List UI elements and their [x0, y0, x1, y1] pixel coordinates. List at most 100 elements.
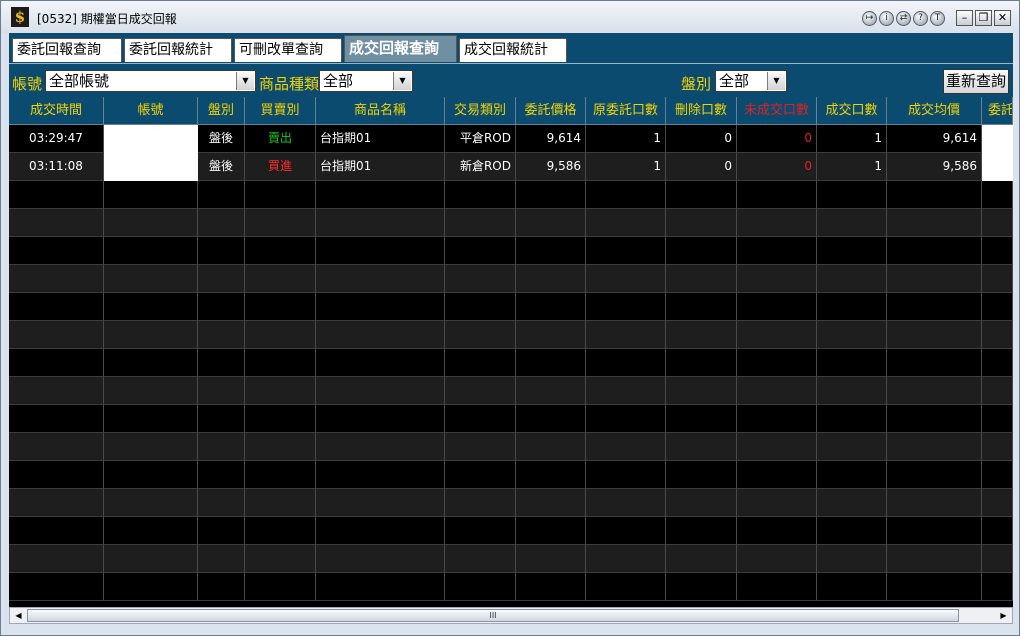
- cell-col-account: [104, 489, 198, 517]
- cell-col-buy-sell: 買進: [245, 153, 316, 181]
- chevron-down-icon[interactable]: ▼: [393, 72, 411, 90]
- header-col-avg-price[interactable]: 成交均價: [887, 97, 982, 125]
- header-col-order-price[interactable]: 委託價格: [516, 97, 586, 125]
- cell-col-unfilled-qty: [737, 181, 817, 209]
- cell-col-account: [104, 461, 198, 489]
- header-col-unfilled-qty[interactable]: 未成交口數: [737, 97, 817, 125]
- tab-trade-report-query[interactable]: 成交回報查詢: [344, 35, 457, 62]
- trade-report-table[interactable]: 成交時間 帳號 盤別 買賣別 商品名稱 交易類別 委託價格 原委託口數 刪除口數 未成交口數 成交口…: [9, 97, 1013, 607]
- cell-col-trade-time: [9, 237, 104, 265]
- title-bar[interactable]: $ [0532] 期權當日成交回報 ↦ i ⇄ ? T – ❐ ✕: [1, 1, 1019, 33]
- cell-col-unfilled-qty: [737, 237, 817, 265]
- cell-col-avg-price: [887, 293, 982, 321]
- cell-col-orig-qty: [586, 377, 666, 405]
- cell-col-cancel-qty: [666, 517, 737, 545]
- cell-col-order-extra: [982, 405, 1013, 433]
- requery-button[interactable]: 重新查詢: [942, 69, 1009, 94]
- cell-col-order-extra: [982, 489, 1013, 517]
- header-col-order-extra[interactable]: 委託: [982, 97, 1013, 125]
- cell-col-unfilled-qty: [737, 321, 817, 349]
- table-row[interactable]: 03:11:08 盤後 買進 台指期01 新倉ROD 9,586 1 0 0 1 9,586: [9, 153, 1013, 181]
- minimize-button[interactable]: –: [956, 10, 973, 26]
- cell-col-avg-price: [887, 573, 982, 601]
- cell-col-session: [198, 265, 245, 293]
- cell-col-product-name: [316, 293, 445, 321]
- scroll-thumb[interactable]: III: [27, 609, 959, 622]
- header-col-filled-qty[interactable]: 成交口數: [817, 97, 887, 125]
- cell-col-account: [104, 209, 198, 237]
- empty-table-row: [9, 405, 1013, 433]
- cell-col-session: [198, 573, 245, 601]
- help-icon[interactable]: ?: [913, 11, 928, 26]
- empty-table-row: [9, 265, 1013, 293]
- cell-col-order-extra: [982, 349, 1013, 377]
- cell-col-cancel-qty: [666, 377, 737, 405]
- cell-col-order-extra: [982, 517, 1013, 545]
- product-type-select[interactable]: 全部 ▼: [319, 70, 413, 92]
- swap-icon[interactable]: ⇄: [896, 11, 911, 26]
- cell-col-buy-sell: [245, 321, 316, 349]
- empty-table-row: [9, 293, 1013, 321]
- info-icon[interactable]: i: [879, 11, 894, 26]
- cell-col-order-extra: [982, 545, 1013, 573]
- cell-col-avg-price: [887, 377, 982, 405]
- account-label: 帳號: [12, 75, 43, 93]
- account-select-value: 全部帳號: [49, 72, 110, 90]
- cell-col-filled-qty: [817, 377, 887, 405]
- cell-col-unfilled-qty: 0: [737, 153, 817, 181]
- tab-order-report-stats[interactable]: 委託回報統計: [124, 38, 232, 62]
- cell-col-cancel-qty: [666, 573, 737, 601]
- window-title: [0532] 期權當日成交回報: [37, 12, 177, 26]
- tab-cancelable-orders[interactable]: 可刪改單查詢: [234, 38, 342, 62]
- link-icon[interactable]: ↦: [862, 11, 877, 26]
- cell-col-filled-qty: [817, 573, 887, 601]
- cell-col-trade-time: [9, 433, 104, 461]
- cell-col-orig-qty: [586, 489, 666, 517]
- cell-col-filled-qty: [817, 293, 887, 321]
- maximize-button[interactable]: ❐: [975, 10, 992, 26]
- header-col-product-name[interactable]: 商品名稱: [316, 97, 445, 125]
- cell-col-orig-qty: [586, 321, 666, 349]
- scroll-right-icon[interactable]: ▶: [996, 608, 1011, 623]
- cell-col-trade-type: [445, 461, 516, 489]
- cell-col-avg-price: [887, 545, 982, 573]
- cell-col-product-name: [316, 573, 445, 601]
- session-select[interactable]: 全部 ▼: [715, 70, 787, 92]
- cell-col-filled-qty: [817, 405, 887, 433]
- cell-col-orig-qty: [586, 433, 666, 461]
- header-col-account[interactable]: 帳號: [104, 97, 198, 125]
- header-col-buy-sell[interactable]: 買賣別: [245, 97, 316, 125]
- tab-order-report-query[interactable]: 委託回報查詢: [12, 38, 122, 62]
- cell-col-trade-time: [9, 321, 104, 349]
- cell-col-unfilled-qty: [737, 349, 817, 377]
- cell-col-cancel-qty: 0: [666, 153, 737, 181]
- horizontal-scrollbar[interactable]: ◀ III ▶: [9, 607, 1013, 624]
- cell-col-trade-type: 新倉ROD: [445, 153, 516, 181]
- cell-col-cancel-qty: [666, 181, 737, 209]
- cell-col-order-price: [516, 517, 586, 545]
- close-button[interactable]: ✕: [994, 10, 1011, 26]
- cell-col-filled-qty: 1: [817, 153, 887, 181]
- chevron-down-icon[interactable]: ▼: [767, 72, 785, 90]
- cell-col-order-price: [516, 265, 586, 293]
- scroll-left-icon[interactable]: ◀: [11, 608, 26, 623]
- cell-col-filled-qty: [817, 433, 887, 461]
- chevron-down-icon[interactable]: ▼: [236, 72, 254, 90]
- cell-col-session: [198, 517, 245, 545]
- pin-top-icon[interactable]: T: [930, 11, 945, 26]
- header-col-session[interactable]: 盤別: [198, 97, 245, 125]
- cell-col-trade-time: [9, 349, 104, 377]
- cell-col-order-extra: [982, 209, 1013, 237]
- session-select-value: 全部: [719, 72, 750, 90]
- tab-trade-report-stats[interactable]: 成交回報統計: [459, 38, 567, 62]
- cell-col-buy-sell: [245, 349, 316, 377]
- header-col-trade-time[interactable]: 成交時間: [9, 97, 104, 125]
- account-select[interactable]: 全部帳號 ▼: [45, 70, 256, 92]
- header-col-trade-type[interactable]: 交易類別: [445, 97, 516, 125]
- cell-col-account: [104, 517, 198, 545]
- header-col-cancel-qty[interactable]: 刪除口數: [666, 97, 737, 125]
- header-col-orig-qty[interactable]: 原委託口數: [586, 97, 666, 125]
- cell-col-filled-qty: [817, 237, 887, 265]
- table-row[interactable]: 03:29:47 盤後 賣出 台指期01 平倉ROD 9,614 1 0 0 1 9,614: [9, 125, 1013, 153]
- cell-col-account: [104, 573, 198, 601]
